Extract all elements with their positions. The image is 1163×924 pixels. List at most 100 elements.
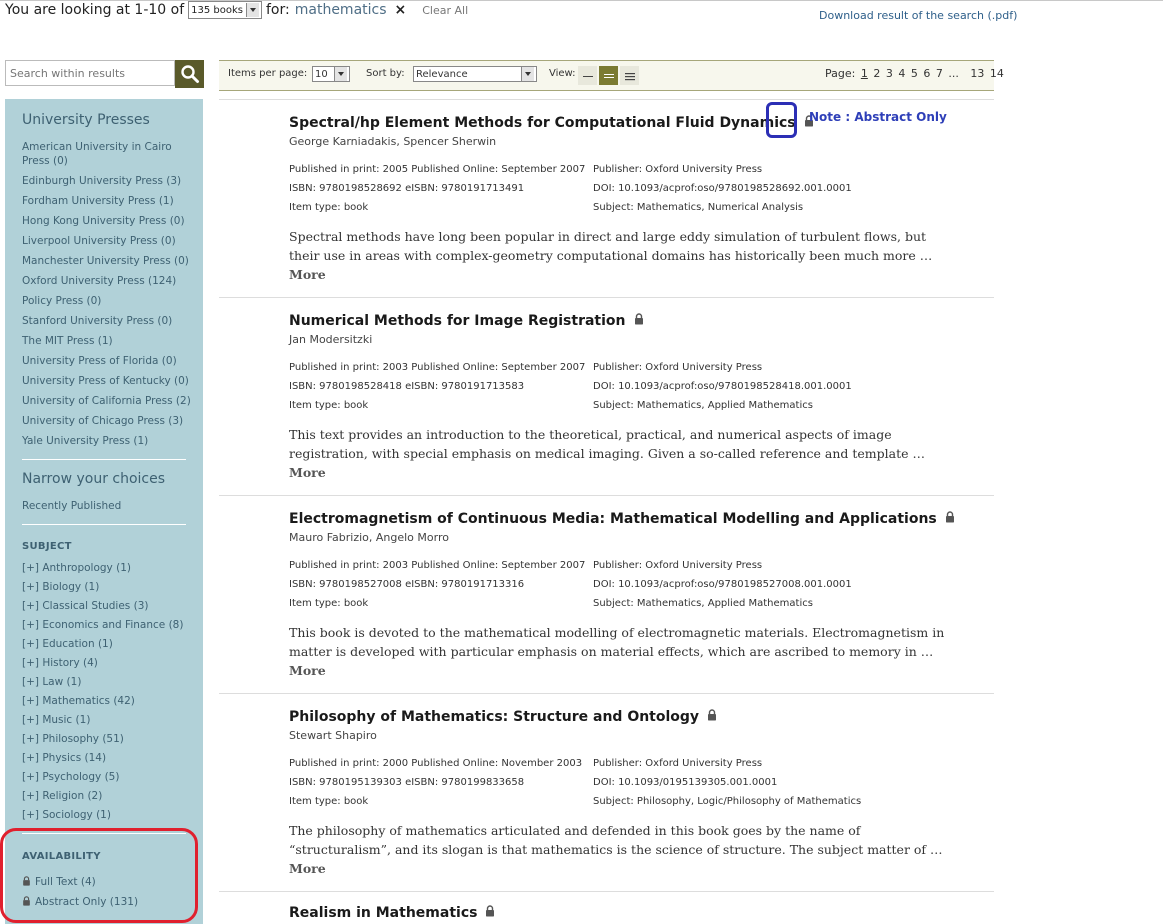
- press-filter-item[interactable]: Stanford University Press (0): [22, 314, 192, 328]
- result-title-link[interactable]: Philosophy of Mathematics: Structure and…: [289, 709, 699, 725]
- result-title-link[interactable]: Spectral/hp Element Methods for Computat…: [289, 115, 796, 131]
- view-standard-button[interactable]: [599, 66, 618, 85]
- press-filter-item[interactable]: University Press of Florida (0): [22, 354, 192, 368]
- subject-filter-item[interactable]: [+] Religion (2): [22, 789, 192, 803]
- subject-filter-item[interactable]: [+] Biology (1): [22, 580, 192, 594]
- page-link[interactable]: 6: [923, 67, 930, 80]
- view-detailed-button[interactable]: [620, 66, 639, 85]
- subject-filter-item[interactable]: [+] Law (1): [22, 675, 192, 689]
- lock-callout-highlight: [766, 102, 797, 138]
- press-filter-item[interactable]: Policy Press (0): [22, 294, 192, 308]
- page-link[interactable]: 3: [886, 67, 893, 80]
- result-isbn: ISBN: 9780198528692 eISBN: 9780191713491: [289, 183, 525, 194]
- clear-all-link[interactable]: Clear All: [422, 4, 468, 17]
- view-compact-button[interactable]: [578, 66, 597, 85]
- page-link[interactable]: 14: [990, 67, 1004, 80]
- result-doi: DOI: 10.1093/acprof:oso/9780198528692.00…: [593, 183, 852, 194]
- result-publisher: Publisher: Oxford University Press: [593, 758, 763, 769]
- subject-filter-item[interactable]: [+] Physics (14): [22, 751, 192, 765]
- press-filter-item[interactable]: University of California Press (2): [22, 394, 192, 408]
- result-title-row: Spectral/hp Element Methods for Computat…: [289, 115, 814, 131]
- press-filter-item[interactable]: University of Chicago Press (3): [22, 414, 192, 428]
- page-link-current[interactable]: 1: [861, 67, 868, 80]
- subject-filter-item[interactable]: [+] Music (1): [22, 713, 192, 727]
- recently-published-link[interactable]: Recently Published: [22, 499, 192, 513]
- results-count-select[interactable]: 135 books: [188, 1, 262, 19]
- query-term: mathematics: [294, 2, 387, 18]
- result-separator: [219, 693, 994, 694]
- subject-filter-item[interactable]: [+] Psychology (5): [22, 770, 192, 784]
- search-within-results-input[interactable]: [5, 60, 175, 86]
- result-publisher: Publisher: Oxford University Press: [593, 164, 763, 175]
- availability-highlight: [0, 828, 198, 923]
- more-link[interactable]: More: [289, 861, 326, 876]
- subject-filter-item[interactable]: [+] Education (1): [22, 637, 192, 651]
- press-filter-item[interactable]: Edinburgh University Press (3): [22, 174, 192, 188]
- result-separator: [219, 891, 994, 892]
- result-title-link[interactable]: Electromagnetism of Continuous Media: Ma…: [289, 511, 937, 527]
- page-link[interactable]: 5: [911, 67, 918, 80]
- page-link[interactable]: 4: [898, 67, 905, 80]
- press-filter-item[interactable]: Oxford University Press (124): [22, 274, 192, 288]
- result-item: Electromagnetism of Continuous Media: Ma…: [219, 495, 994, 693]
- lock-icon: [707, 709, 717, 721]
- more-link[interactable]: More: [289, 663, 326, 678]
- press-filter-item[interactable]: American University in Cairo Press (0): [22, 140, 192, 168]
- page-label: Page:: [825, 67, 856, 80]
- subject-filter-item[interactable]: [+] History (4): [22, 656, 192, 670]
- press-filter-item[interactable]: The MIT Press (1): [22, 334, 192, 348]
- result-item: Numerical Methods for Image Registration…: [219, 297, 994, 495]
- result-abstract: This text provides an introduction to th…: [289, 427, 926, 480]
- press-filter-item[interactable]: University Press of Kentucky (0): [22, 374, 192, 388]
- page-link[interactable]: 2: [873, 67, 880, 80]
- press-filter-item[interactable]: Manchester University Press (0): [22, 254, 192, 268]
- sort-by-select[interactable]: Relevance: [413, 66, 537, 82]
- press-filter-item[interactable]: Yale University Press (1): [22, 434, 192, 448]
- subject-filter-item[interactable]: [+] Mathematics (42): [22, 694, 192, 708]
- result-publisher: Publisher: Oxford University Press: [593, 560, 763, 571]
- result-title-row: Realism in Mathematics: [289, 905, 495, 921]
- pagination: Page: 1 2 3 4 5 6 7 ... 13 14: [825, 67, 1006, 80]
- view-detailed-icon: [624, 72, 635, 80]
- result-isbn: ISBN: 9780198528418 eISBN: 9780191713583: [289, 381, 525, 392]
- press-filter-item[interactable]: Hong Kong University Press (0): [22, 214, 192, 228]
- result-item: Philosophy of Mathematics: Structure and…: [219, 693, 994, 891]
- lock-icon: [485, 905, 495, 917]
- result-item: Spectral/hp Element Methods for Computat…: [219, 99, 994, 297]
- download-pdf-link[interactable]: Download result of the search (.pdf): [819, 9, 1017, 22]
- chevron-down-icon: [246, 3, 259, 17]
- page-link[interactable]: 13: [970, 67, 984, 80]
- search-button[interactable]: [175, 60, 204, 88]
- subject-filter-item[interactable]: [+] Sociology (1): [22, 808, 192, 822]
- result-title-link[interactable]: Realism in Mathematics: [289, 905, 477, 921]
- result-title-row: Electromagnetism of Continuous Media: Ma…: [289, 511, 955, 527]
- result-authors: George Karniadakis, Spencer Sherwin: [289, 135, 497, 148]
- results-summary-prefix: You are looking at 1-10 of: [5, 2, 185, 18]
- result-publisher: Publisher: Oxford University Press: [593, 362, 763, 373]
- view-compact-icon: [582, 75, 593, 77]
- result-doi: DOI: 10.1093/acprof:oso/9780198527008.00…: [593, 579, 852, 590]
- search-icon: [180, 65, 199, 83]
- press-filter-item[interactable]: Liverpool University Press (0): [22, 234, 192, 248]
- clear-query-icon[interactable]: ×: [395, 2, 407, 18]
- press-filter-item[interactable]: Fordham University Press (1): [22, 194, 192, 208]
- view-standard-icon: [603, 73, 614, 78]
- subject-filter-item[interactable]: [+] Philosophy (51): [22, 732, 192, 746]
- subject-filter-item[interactable]: [+] Classical Studies (3): [22, 599, 192, 613]
- result-authors: Stewart Shapiro: [289, 729, 377, 742]
- items-per-page-select[interactable]: 10: [312, 66, 350, 82]
- result-title-link[interactable]: Numerical Methods for Image Registration: [289, 313, 626, 329]
- result-abstract: The philosophy of mathematics articulate…: [289, 823, 943, 876]
- more-link[interactable]: More: [289, 267, 326, 282]
- result-subject: Subject: Mathematics, Applied Mathematic…: [593, 400, 813, 411]
- more-link[interactable]: More: [289, 465, 326, 480]
- subject-filter-item[interactable]: [+] Anthropology (1): [22, 561, 192, 575]
- result-authors: Mauro Fabrizio, Angelo Morro: [289, 531, 449, 544]
- result-published: Published in print: 2005 Published Onlin…: [289, 164, 586, 175]
- page-ellipsis: ...: [948, 67, 959, 80]
- result-doi: DOI: 10.1093/acprof:oso/9780198528418.00…: [593, 381, 852, 392]
- page-link[interactable]: 7: [936, 67, 943, 80]
- subject-filter-item[interactable]: [+] Economics and Finance (8): [22, 618, 192, 632]
- chevron-down-icon: [521, 67, 534, 81]
- lock-icon: [634, 313, 644, 325]
